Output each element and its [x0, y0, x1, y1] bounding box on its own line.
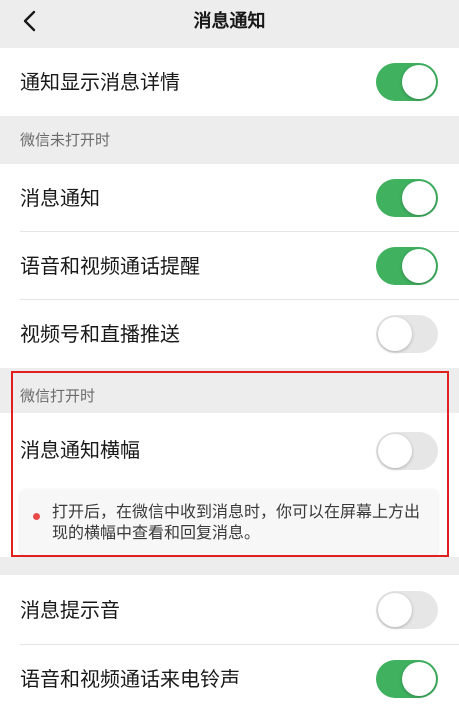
row-label: 视频号和直播推送 — [20, 322, 180, 346]
banner-toggle[interactable] — [376, 432, 438, 470]
page-title: 消息通知 — [193, 11, 266, 32]
toggle-knob — [378, 593, 412, 627]
row-call-reminder: 语音和视频通话提醒 — [0, 232, 459, 300]
section-header-open: 微信打开时 — [0, 373, 459, 413]
section-title: 微信未打开时 — [20, 131, 111, 149]
msg-notify-toggle[interactable] — [376, 179, 438, 217]
ringtone-toggle[interactable] — [376, 660, 438, 698]
row-label: 消息通知横幅 — [20, 438, 140, 462]
bullet-dot-icon — [33, 513, 40, 520]
row-label: 语音和视频通话提醒 — [20, 254, 200, 278]
row-label: 语音和视频通话来电铃声 — [20, 667, 240, 691]
call-reminder-toggle[interactable] — [376, 247, 438, 285]
row-channels-live: 视频号和直播推送 — [0, 300, 459, 368]
toggle-knob — [402, 65, 436, 99]
row-label: 消息提示音 — [20, 598, 120, 622]
toggle-knob — [402, 662, 436, 696]
toggle-knob — [378, 317, 412, 351]
toggle-knob — [402, 249, 436, 283]
toggle-knob — [402, 181, 436, 215]
row-label: 消息通知 — [20, 186, 100, 210]
row-banner: 消息通知横幅 — [0, 416, 459, 484]
row-msg-notify: 消息通知 — [0, 164, 459, 232]
toggle-knob — [378, 434, 412, 468]
show-details-toggle[interactable] — [376, 63, 438, 101]
banner-tip: 打开后，在微信中收到消息时，你可以在屏幕上方出现的横幅中查看和回复消息。 — [20, 489, 438, 555]
row-show-details: 通知显示消息详情 — [0, 48, 459, 116]
nav-bar: 消息通知 — [0, 0, 459, 44]
tip-text: 打开后，在微信中收到消息时，你可以在屏幕上方出现的横幅中查看和回复消息。 — [52, 502, 421, 542]
row-label: 通知显示消息详情 — [20, 70, 180, 94]
row-ringtone: 语音和视频通话来电铃声 — [0, 645, 459, 713]
sound-toggle[interactable] — [376, 591, 438, 629]
channels-live-toggle[interactable] — [376, 315, 438, 353]
section-header-closed: 微信未打开时 — [0, 116, 459, 164]
row-sound: 消息提示音 — [0, 576, 459, 644]
